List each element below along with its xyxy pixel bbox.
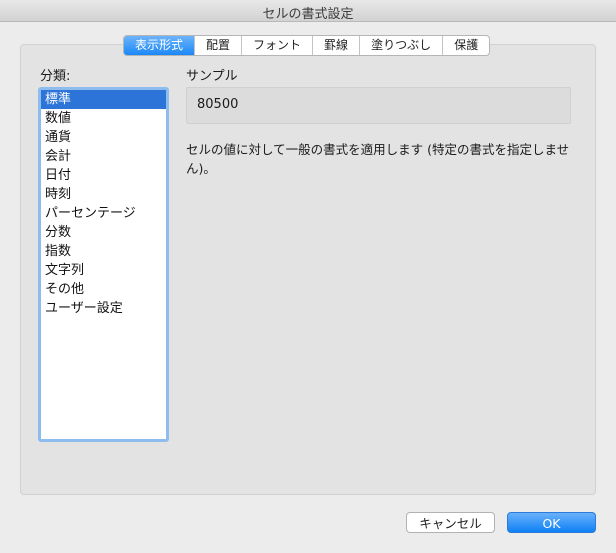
category-item-text[interactable]: 文字列 <box>41 261 166 280</box>
sample-preview: 80500 <box>186 87 571 124</box>
category-item-percentage[interactable]: パーセンテージ <box>41 204 166 223</box>
sample-label: サンプル <box>186 69 238 84</box>
category-item-fraction[interactable]: 分数 <box>41 223 166 242</box>
category-item-currency[interactable]: 通貨 <box>41 128 166 147</box>
tab-fill[interactable]: 塗りつぶし <box>359 36 442 55</box>
ok-button[interactable]: OK <box>507 512 596 533</box>
category-item-general[interactable]: 標準 <box>41 90 166 109</box>
tab-number-format[interactable]: 表示形式 <box>124 36 195 55</box>
cancel-button[interactable]: キャンセル <box>406 512 495 533</box>
category-item-custom[interactable]: ユーザー設定 <box>41 299 166 318</box>
category-item-special[interactable]: その他 <box>41 280 166 299</box>
category-item-number[interactable]: 数値 <box>41 109 166 128</box>
category-item-date[interactable]: 日付 <box>41 166 166 185</box>
tab-alignment[interactable]: 配置 <box>194 36 241 55</box>
format-description: セルの値に対して一般の書式を適用します (特定の書式を指定しません)。 <box>186 142 570 176</box>
tab-bar: 表示形式 配置 フォント 罫線 塗りつぶし 保護 <box>123 35 491 56</box>
category-label: 分類: <box>40 69 71 84</box>
title-bar[interactable]: セルの書式設定 <box>0 0 616 22</box>
category-list[interactable]: 標準 数値 通貨 会計 日付 時刻 パーセンテージ 分数 指数 文字列 その他 … <box>38 87 169 442</box>
tab-protection[interactable]: 保護 <box>442 36 489 55</box>
category-item-scientific[interactable]: 指数 <box>41 242 166 261</box>
category-item-time[interactable]: 時刻 <box>41 185 166 204</box>
tab-font[interactable]: フォント <box>241 36 312 55</box>
tab-border[interactable]: 罫線 <box>312 36 359 55</box>
category-item-accounting[interactable]: 会計 <box>41 147 166 166</box>
sample-value: 80500 <box>197 97 239 112</box>
format-cells-dialog: セルの書式設定 表示形式 配置 フォント 罫線 塗りつぶし 保護 分類: 標準 … <box>0 0 616 553</box>
window-title: セルの書式設定 <box>262 7 354 22</box>
